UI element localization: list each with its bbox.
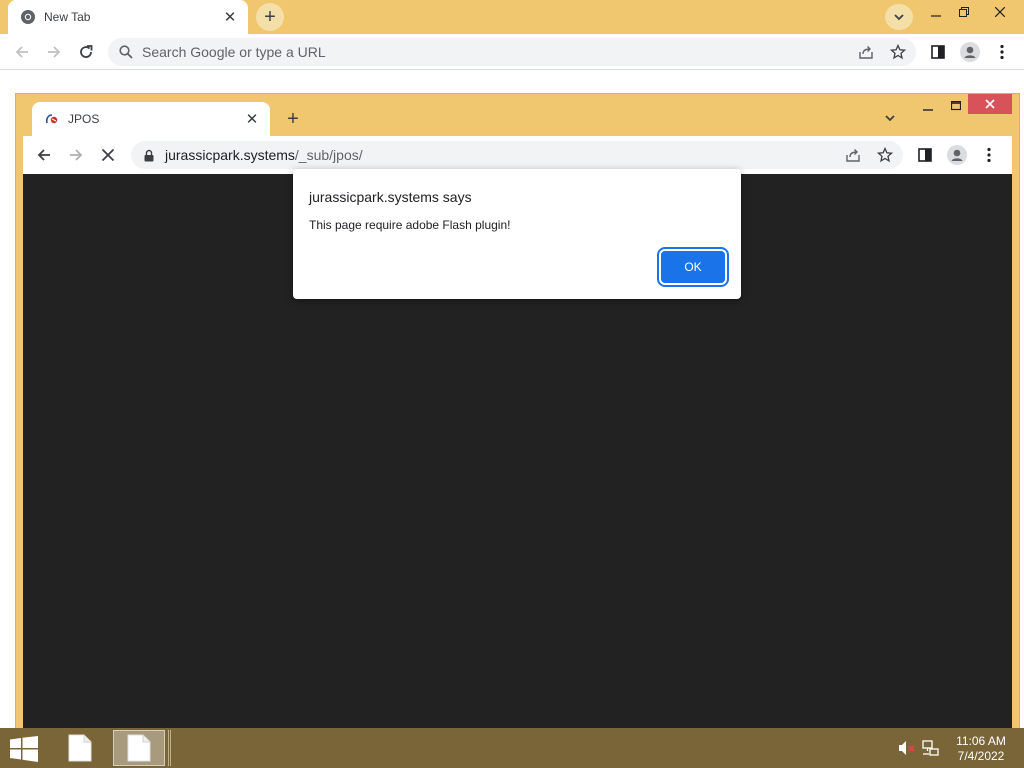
taskbar: 11:06 AM 7/4/2022	[0, 728, 1024, 768]
url-path: /_sub/jpos/	[294, 147, 363, 163]
close-icon[interactable]	[978, 0, 1022, 24]
system-clock[interactable]: 11:06 AM 7/4/2022	[950, 734, 1012, 764]
minimize-icon[interactable]	[922, 0, 950, 24]
menu-icon[interactable]	[990, 40, 1014, 64]
profile-icon[interactable]	[945, 143, 969, 167]
share-icon[interactable]	[854, 40, 878, 64]
clock-date: 7/4/2022	[957, 749, 1005, 763]
search-input[interactable]	[142, 44, 916, 60]
address-url: jurassicpark.systems/_sub/jpos/	[165, 147, 363, 163]
windows-start-icon[interactable]	[10, 736, 38, 762]
chevron-down-icon[interactable]	[878, 106, 902, 130]
alert-message: This page require adobe Flash plugin!	[309, 218, 511, 232]
tab-jpos[interactable]: JPOS ✕	[32, 102, 270, 136]
network-icon[interactable]	[922, 740, 940, 756]
side-panel-icon[interactable]	[913, 143, 937, 167]
close-icon[interactable]: ✕	[242, 109, 262, 129]
clock-time: 11:06 AM	[956, 734, 1006, 748]
new-tab-button[interactable]: +	[279, 105, 307, 133]
taskbar-separator	[168, 730, 171, 766]
address-bar[interactable]: jurassicpark.systems/_sub/jpos/	[131, 141, 903, 169]
chrome-icon	[20, 9, 36, 25]
site-favicon	[44, 111, 60, 127]
share-icon[interactable]	[841, 143, 865, 167]
close-icon[interactable]: ✕	[220, 7, 240, 27]
minimize-icon[interactable]	[914, 94, 942, 118]
lock-icon	[143, 148, 155, 162]
menu-icon[interactable]	[977, 143, 1001, 167]
taskbar-item-file-active[interactable]	[113, 730, 165, 766]
star-icon[interactable]	[873, 143, 897, 167]
ok-button[interactable]: OK	[661, 251, 725, 283]
tab-title: New Tab	[44, 10, 91, 24]
chevron-down-icon[interactable]	[885, 4, 913, 30]
omnibox[interactable]	[108, 38, 916, 66]
stop-icon[interactable]	[96, 143, 120, 167]
close-icon[interactable]	[968, 94, 1012, 114]
tab-new-tab[interactable]: New Tab ✕	[8, 0, 248, 34]
new-tab-button[interactable]: +	[256, 3, 284, 31]
file-icon	[127, 734, 151, 762]
outer-toolbar	[0, 34, 1024, 70]
star-icon[interactable]	[886, 40, 910, 64]
profile-icon[interactable]	[958, 40, 982, 64]
volume-muted-icon[interactable]	[898, 740, 916, 756]
search-icon	[118, 44, 134, 60]
forward-icon[interactable]	[64, 143, 88, 167]
restore-icon[interactable]	[950, 0, 978, 24]
side-panel-icon[interactable]	[926, 40, 950, 64]
url-domain: jurassicpark.systems	[165, 147, 295, 163]
file-icon	[68, 734, 92, 762]
alert-title: jurassicpark.systems says	[309, 189, 472, 205]
tab-title: JPOS	[68, 112, 100, 126]
alert-dialog: jurassicpark.systems says This page requ…	[293, 169, 741, 299]
taskbar-item-file[interactable]	[54, 730, 106, 766]
back-icon[interactable]	[32, 143, 56, 167]
outer-tab-strip: New Tab ✕ +	[0, 0, 1024, 34]
back-icon[interactable]	[10, 40, 34, 64]
maximize-icon[interactable]	[942, 94, 970, 118]
reload-icon[interactable]	[74, 40, 98, 64]
forward-icon[interactable]	[42, 40, 66, 64]
